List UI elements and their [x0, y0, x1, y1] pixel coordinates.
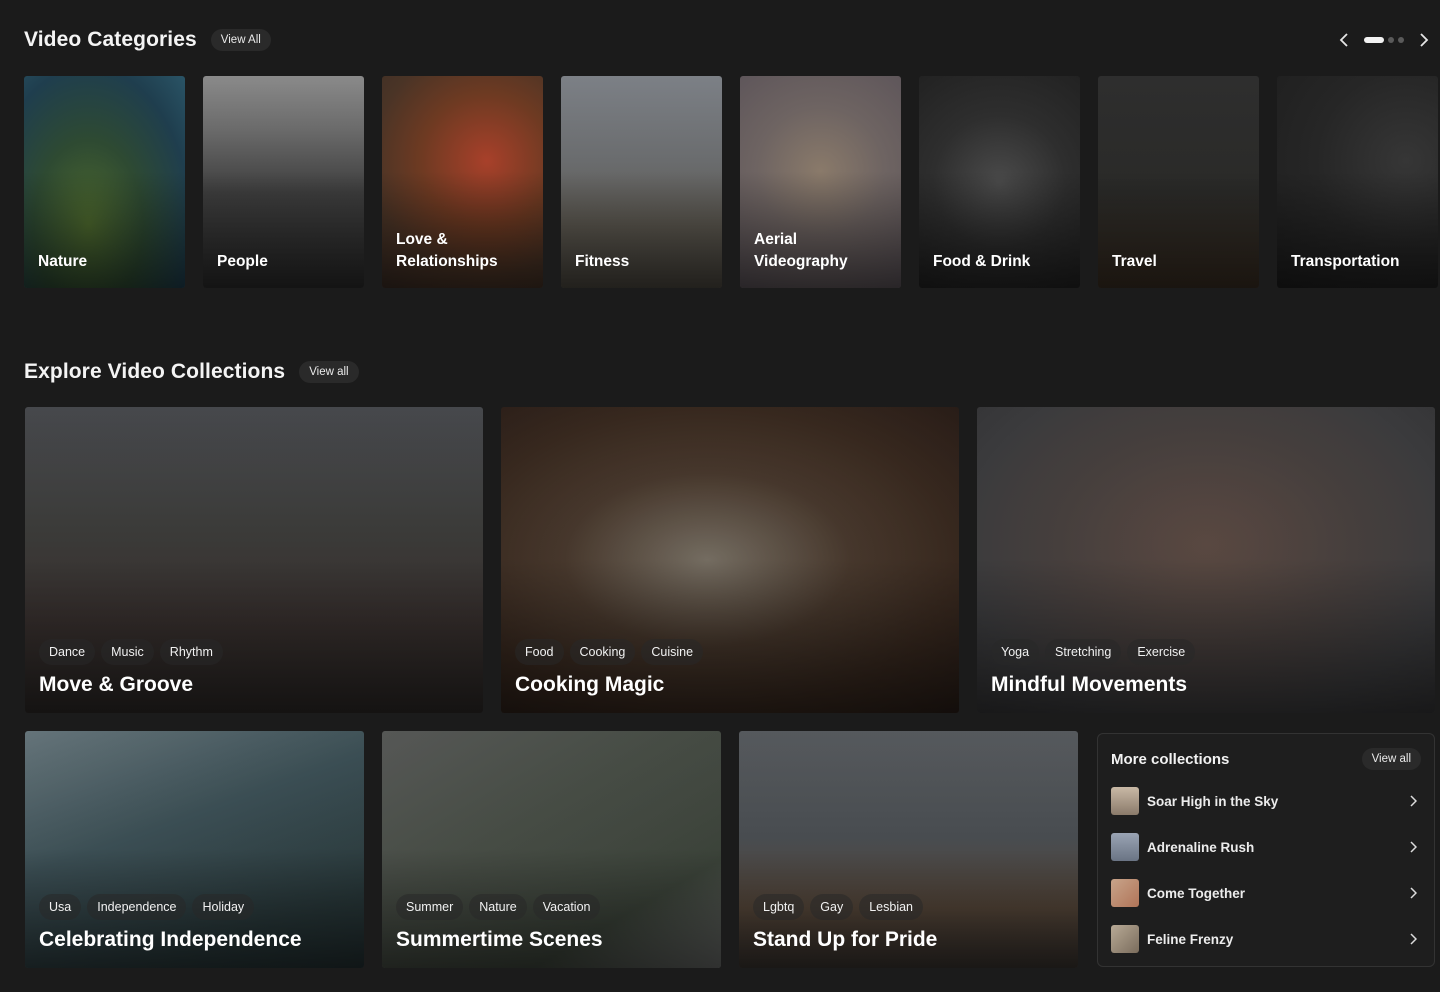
- collection-tag[interactable]: Gay: [810, 894, 854, 920]
- collections-view-all-button[interactable]: View all: [299, 361, 359, 383]
- carousel-controls: [1334, 30, 1434, 50]
- collection-tag[interactable]: Stretching: [1045, 639, 1122, 665]
- collection-tag[interactable]: Yoga: [991, 639, 1040, 665]
- collection-tag[interactable]: Exercise: [1127, 639, 1196, 665]
- collection-tag[interactable]: Cuisine: [641, 639, 704, 665]
- carousel-dot[interactable]: [1398, 37, 1404, 43]
- card-overlay: [977, 407, 1435, 713]
- collection-tag[interactable]: Usa: [39, 894, 82, 920]
- category-label: Travel: [1112, 253, 1157, 270]
- collection-title: Cooking Magic: [515, 673, 665, 696]
- collection-thumbnail: [1111, 925, 1139, 953]
- more-collections-title: More collections: [1111, 750, 1230, 768]
- more-collection-label: Soar High in the Sky: [1147, 793, 1279, 809]
- collection-thumbnail: [1111, 879, 1139, 907]
- collection-tag[interactable]: Summer: [396, 894, 464, 920]
- card-overlay: [501, 407, 959, 713]
- collection-tags: Food Cooking Cuisine: [515, 639, 704, 665]
- collection-title: Move & Groove: [39, 673, 194, 696]
- collection-thumbnail: [1111, 833, 1139, 861]
- collection-card-cooking-magic[interactable]: Food Cooking Cuisine Cooking Magic: [501, 407, 959, 713]
- collection-tag[interactable]: Vacation: [532, 894, 601, 920]
- category-label: Transportation: [1291, 253, 1400, 270]
- category-label: Love & Relationships: [396, 231, 498, 270]
- collection-tags: Lgbtq Gay Lesbian: [753, 894, 924, 920]
- more-collection-label: Adrenaline Rush: [1147, 839, 1255, 855]
- collection-card-stand-up-for-pride[interactable]: Lgbtq Gay Lesbian Stand Up for Pride: [739, 731, 1078, 968]
- card-overlay: [25, 407, 483, 713]
- collection-title: Mindful Movements: [991, 673, 1188, 696]
- more-collection-item[interactable]: Feline Frenzy: [1111, 924, 1421, 954]
- more-collection-item[interactable]: Adrenaline Rush: [1111, 832, 1421, 862]
- category-label: Nature: [38, 253, 88, 270]
- chevron-right-icon: [1405, 793, 1421, 809]
- carousel-dot[interactable]: [1388, 37, 1394, 43]
- chevron-right-icon[interactable]: [1414, 30, 1434, 50]
- category-card-aerial-videography[interactable]: Aerial Videography: [740, 76, 901, 288]
- more-collections-view-all-button[interactable]: View all: [1361, 748, 1421, 770]
- collection-tag[interactable]: Holiday: [192, 894, 255, 920]
- category-card-food-drink[interactable]: Food & Drink: [919, 76, 1080, 288]
- more-collection-label: Come Together: [1147, 885, 1246, 901]
- category-card-love-relationships[interactable]: Love & Relationships: [382, 76, 543, 288]
- category-card-transportation[interactable]: Transportation: [1277, 76, 1438, 288]
- collection-card-summertime-scenes[interactable]: Summer Nature Vacation Summertime Scenes: [382, 731, 721, 968]
- more-collections-panel: More collections View all Soar High in t…: [1097, 733, 1435, 967]
- collection-tag[interactable]: Rhythm: [159, 639, 223, 665]
- collection-tag[interactable]: Music: [101, 639, 154, 665]
- category-card-travel[interactable]: Travel: [1098, 76, 1259, 288]
- collection-tag[interactable]: Cooking: [569, 639, 636, 665]
- collections-title: Explore Video Collections: [24, 360, 286, 383]
- collection-tag[interactable]: Lgbtq: [753, 894, 805, 920]
- collection-tags: Summer Nature Vacation: [396, 894, 601, 920]
- collection-tags: Usa Independence Holiday: [39, 894, 255, 920]
- category-label: Food & Drink: [933, 253, 1031, 270]
- collection-card-celebrating-independence[interactable]: Usa Independence Holiday Celebrating Ind…: [25, 731, 364, 968]
- category-label: People: [217, 253, 268, 270]
- category-label: Fitness: [575, 253, 630, 270]
- category-card-people[interactable]: People: [203, 76, 364, 288]
- category-label: Aerial Videography: [754, 231, 848, 270]
- collection-tag[interactable]: Nature: [469, 894, 527, 920]
- carousel-pagination: [1364, 37, 1404, 43]
- collection-tags: Dance Music Rhythm: [39, 639, 223, 665]
- collection-tag[interactable]: Food: [515, 639, 564, 665]
- carousel-dot-active[interactable]: [1364, 37, 1384, 43]
- collection-card-move-groove[interactable]: Dance Music Rhythm Move & Groove: [25, 407, 483, 713]
- chevron-right-icon: [1405, 839, 1421, 855]
- collection-title: Stand Up for Pride: [753, 928, 938, 951]
- more-collection-item[interactable]: Soar High in the Sky: [1111, 786, 1421, 816]
- collection-thumbnail: [1111, 787, 1139, 815]
- collection-tag[interactable]: Lesbian: [859, 894, 924, 920]
- collection-card-mindful-movements[interactable]: Yoga Stretching Exercise Mindful Movemen…: [977, 407, 1435, 713]
- categories-view-all-button[interactable]: View All: [210, 29, 271, 51]
- more-collection-item[interactable]: Come Together: [1111, 878, 1421, 908]
- collection-title: Celebrating Independence: [39, 928, 302, 951]
- chevron-right-icon: [1405, 931, 1421, 947]
- collection-tag[interactable]: Dance: [39, 639, 96, 665]
- chevron-left-icon[interactable]: [1334, 30, 1354, 50]
- more-collections-header: More collections View all: [1111, 748, 1421, 770]
- chevron-right-icon: [1405, 885, 1421, 901]
- collection-tag[interactable]: Independence: [87, 894, 187, 920]
- collection-title: Summertime Scenes: [396, 928, 603, 951]
- categories-title: Video Categories: [24, 28, 197, 51]
- collection-tags: Yoga Stretching Exercise: [991, 639, 1196, 665]
- categories-header: Video Categories View All: [24, 28, 271, 52]
- category-row: Nature People Love & Relationships Fitne…: [24, 76, 1438, 288]
- collections-header: Explore Video Collections View all: [24, 360, 359, 384]
- category-card-fitness[interactable]: Fitness: [561, 76, 722, 288]
- more-collection-label: Feline Frenzy: [1147, 931, 1234, 947]
- category-card-nature[interactable]: Nature: [24, 76, 185, 288]
